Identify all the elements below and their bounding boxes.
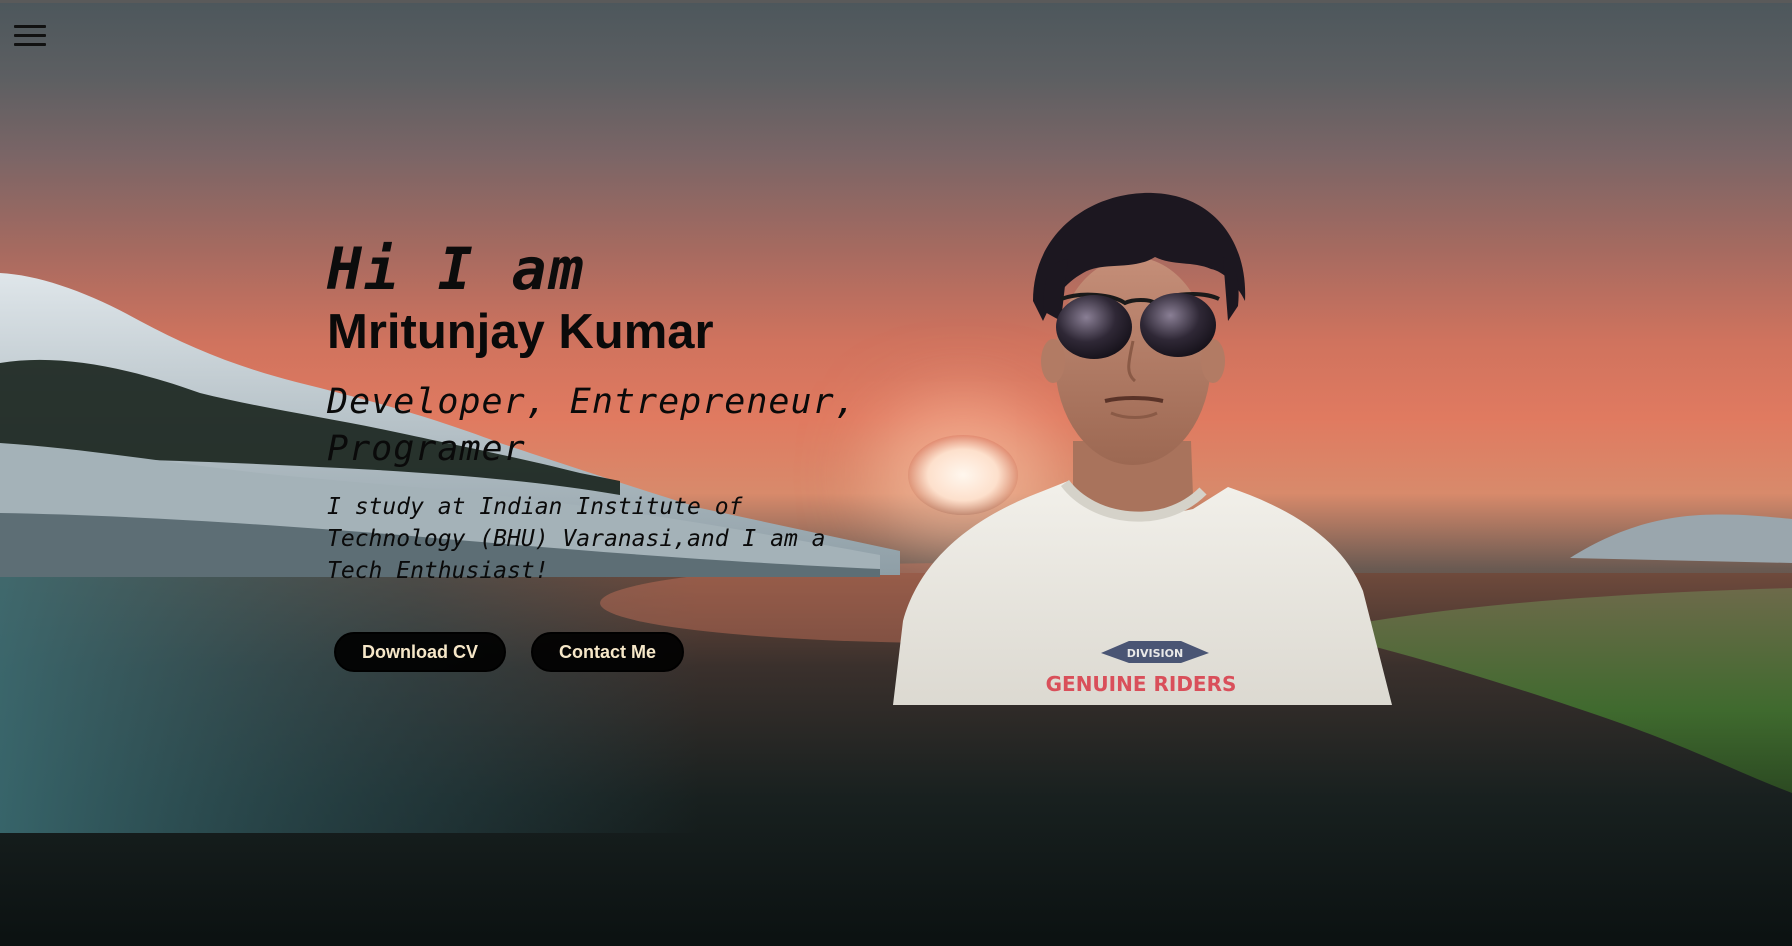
- hero-page: Hi I am Mritunjay Kumar Developer, Entre…: [0, 0, 1792, 946]
- hero-actions: Download CV Contact Me: [334, 632, 685, 672]
- hero-text: Hi I am Mritunjay Kumar Developer, Entre…: [327, 235, 897, 587]
- person-name: Mritunjay Kumar: [327, 305, 714, 359]
- download-cv-button[interactable]: Download CV: [334, 632, 506, 672]
- menu-bar: [14, 43, 46, 46]
- bio-text: I study at Indian Institute of Technolog…: [327, 494, 826, 584]
- hamburger-menu-icon[interactable]: [14, 25, 46, 51]
- shirt-badge-text: DIVISION: [1127, 647, 1183, 660]
- roles-text: Developer, Entrepreneur, Programer: [327, 382, 857, 469]
- greeting: Hi I am: [327, 235, 586, 303]
- contact-me-button[interactable]: Contact Me: [531, 632, 685, 672]
- shirt-print-text: GENUINE RIDERS: [1046, 672, 1237, 696]
- menu-bar: [14, 34, 46, 37]
- menu-bar: [14, 25, 46, 28]
- profile-photo: DIVISION GENUINE RIDERS: [893, 191, 1392, 705]
